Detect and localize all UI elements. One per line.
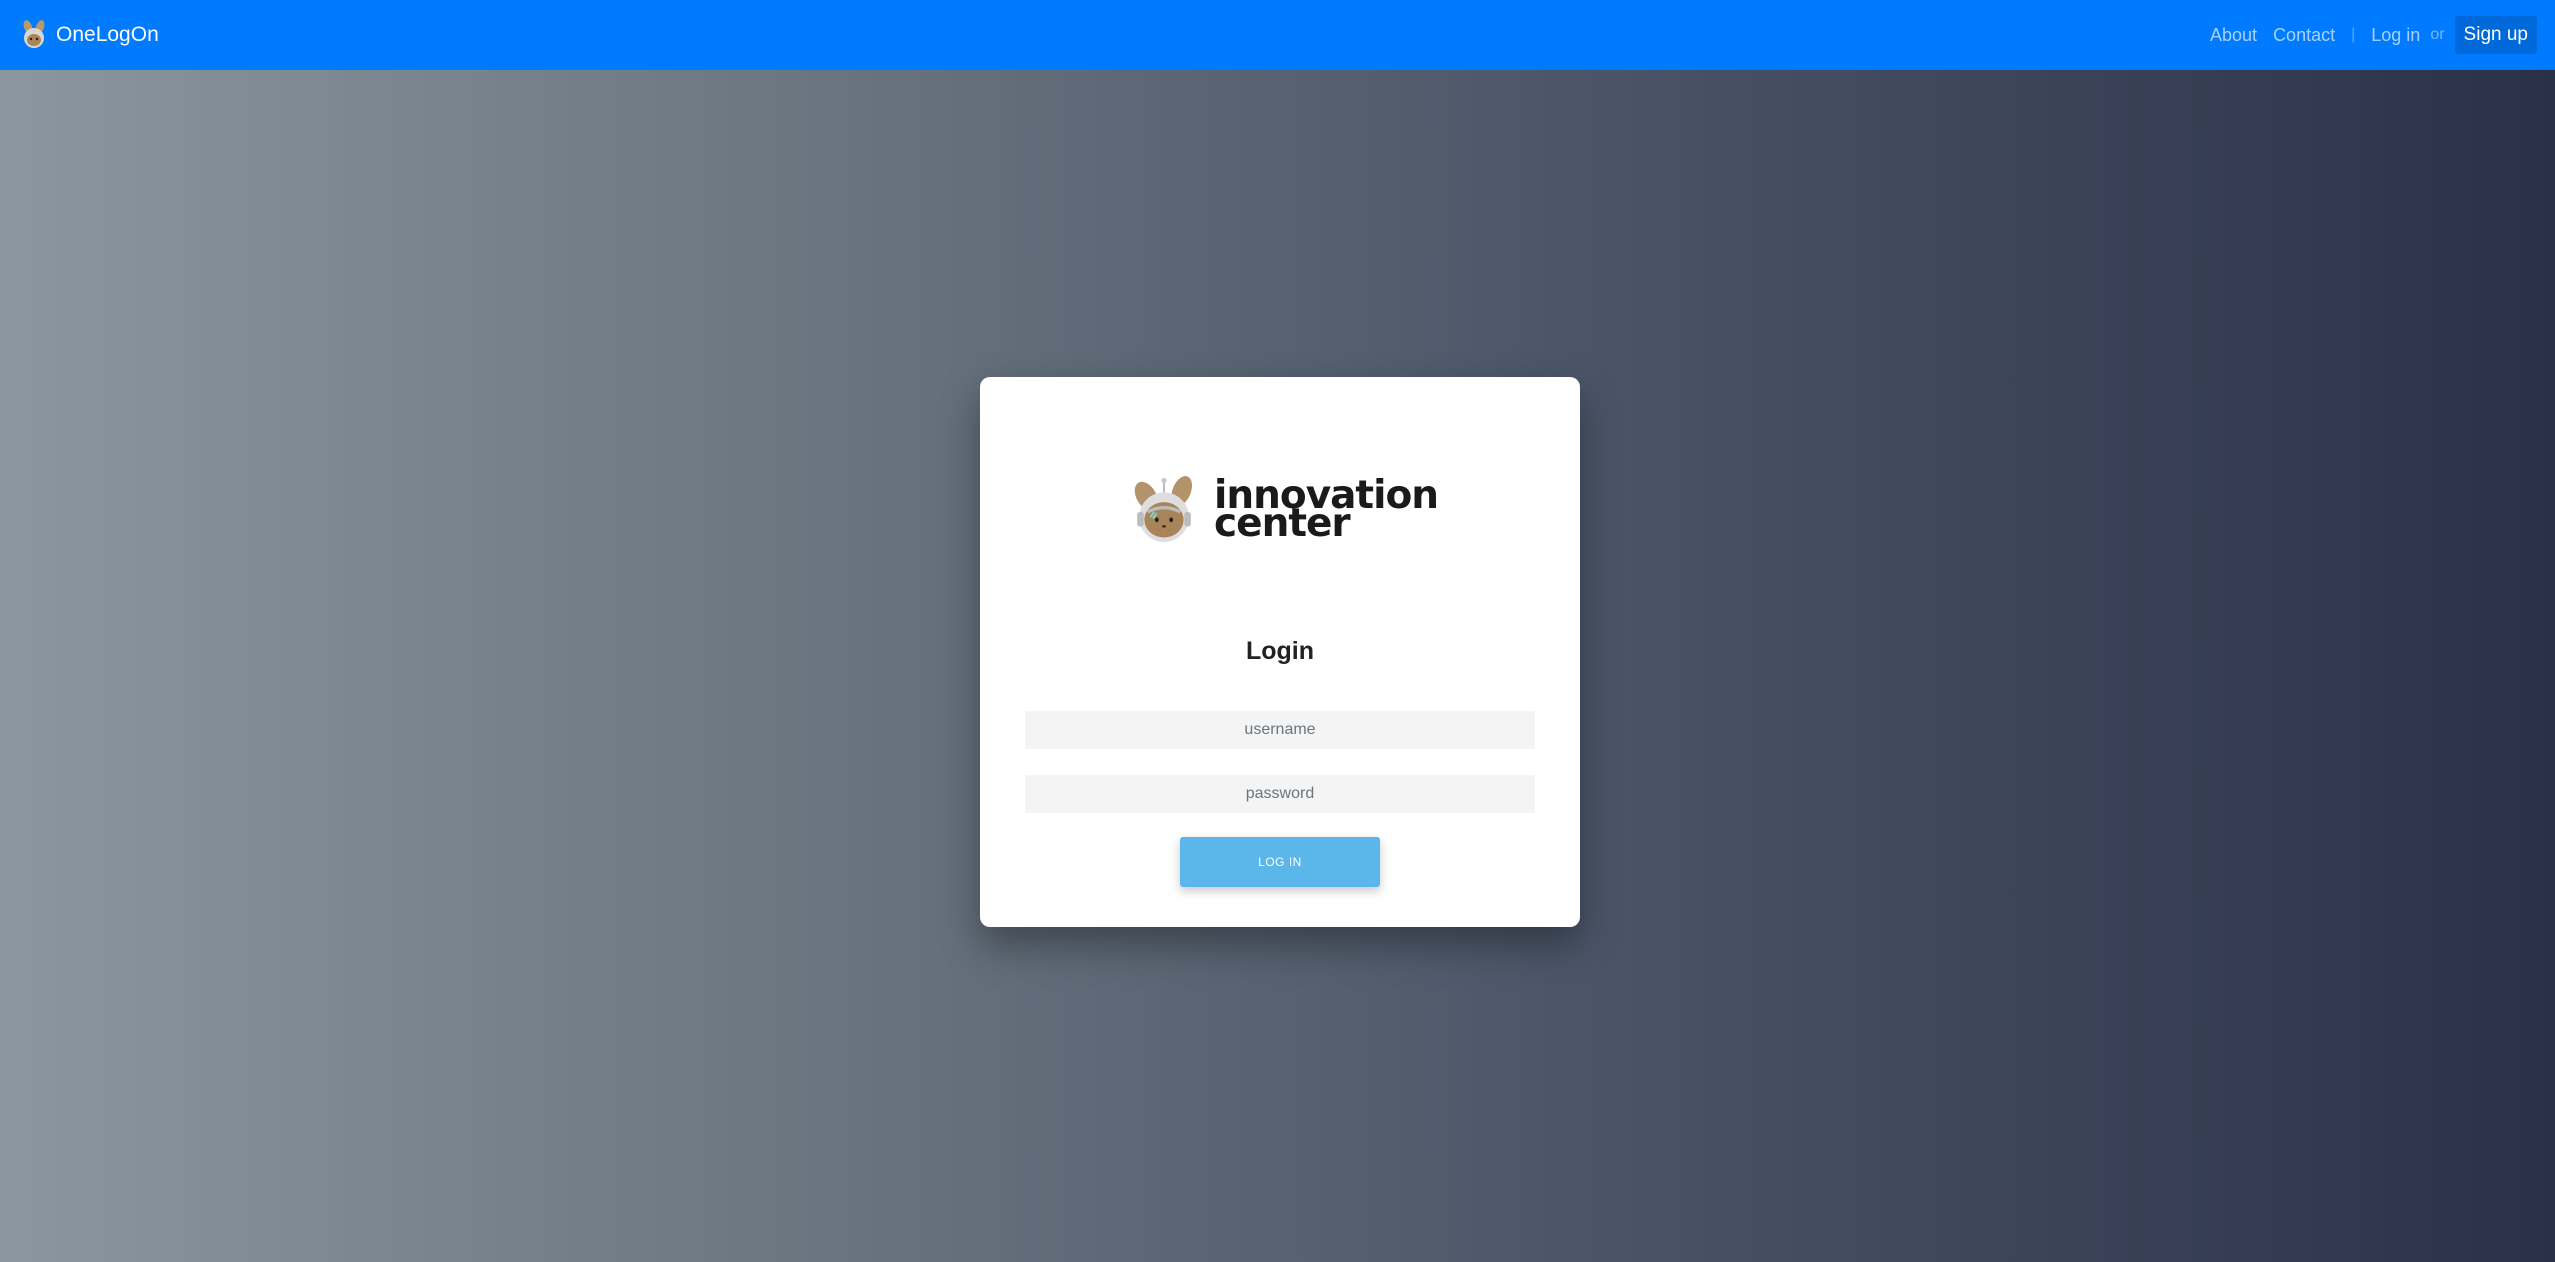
nav-contact-link[interactable]: Contact — [2273, 25, 2335, 46]
bunny-logo-icon — [23, 20, 45, 48]
login-title: Login — [1245, 637, 1315, 665]
nav-or-text: or — [2430, 26, 2445, 43]
username-input[interactable] — [1025, 711, 1535, 749]
logo-wordmark: innovation center — [1214, 476, 1439, 546]
top-navbar: OneLogOn About Contact | Log in or Sign … — [0, 0, 2555, 70]
bunny-astronaut-icon — [1134, 476, 1193, 543]
logo-line-center: center — [1214, 501, 1351, 546]
password-input[interactable] — [1025, 775, 1535, 813]
signup-button[interactable]: Sign up — [2454, 16, 2537, 54]
innovation-center-logo: innovation center — [1128, 455, 1439, 565]
brand-name: OneLogOn — [56, 23, 159, 46]
login-card: innovation center Login LOG IN — [980, 377, 1580, 927]
brand-link[interactable]: OneLogOn — [18, 19, 159, 51]
nav-about-link[interactable]: About — [2210, 25, 2257, 46]
login-button[interactable]: LOG IN — [1180, 837, 1380, 887]
nav-login-link[interactable]: Log in — [2371, 25, 2420, 46]
nav-links: About Contact | Log in or Sign up — [2210, 16, 2537, 54]
nav-separator: | — [2351, 26, 2356, 43]
